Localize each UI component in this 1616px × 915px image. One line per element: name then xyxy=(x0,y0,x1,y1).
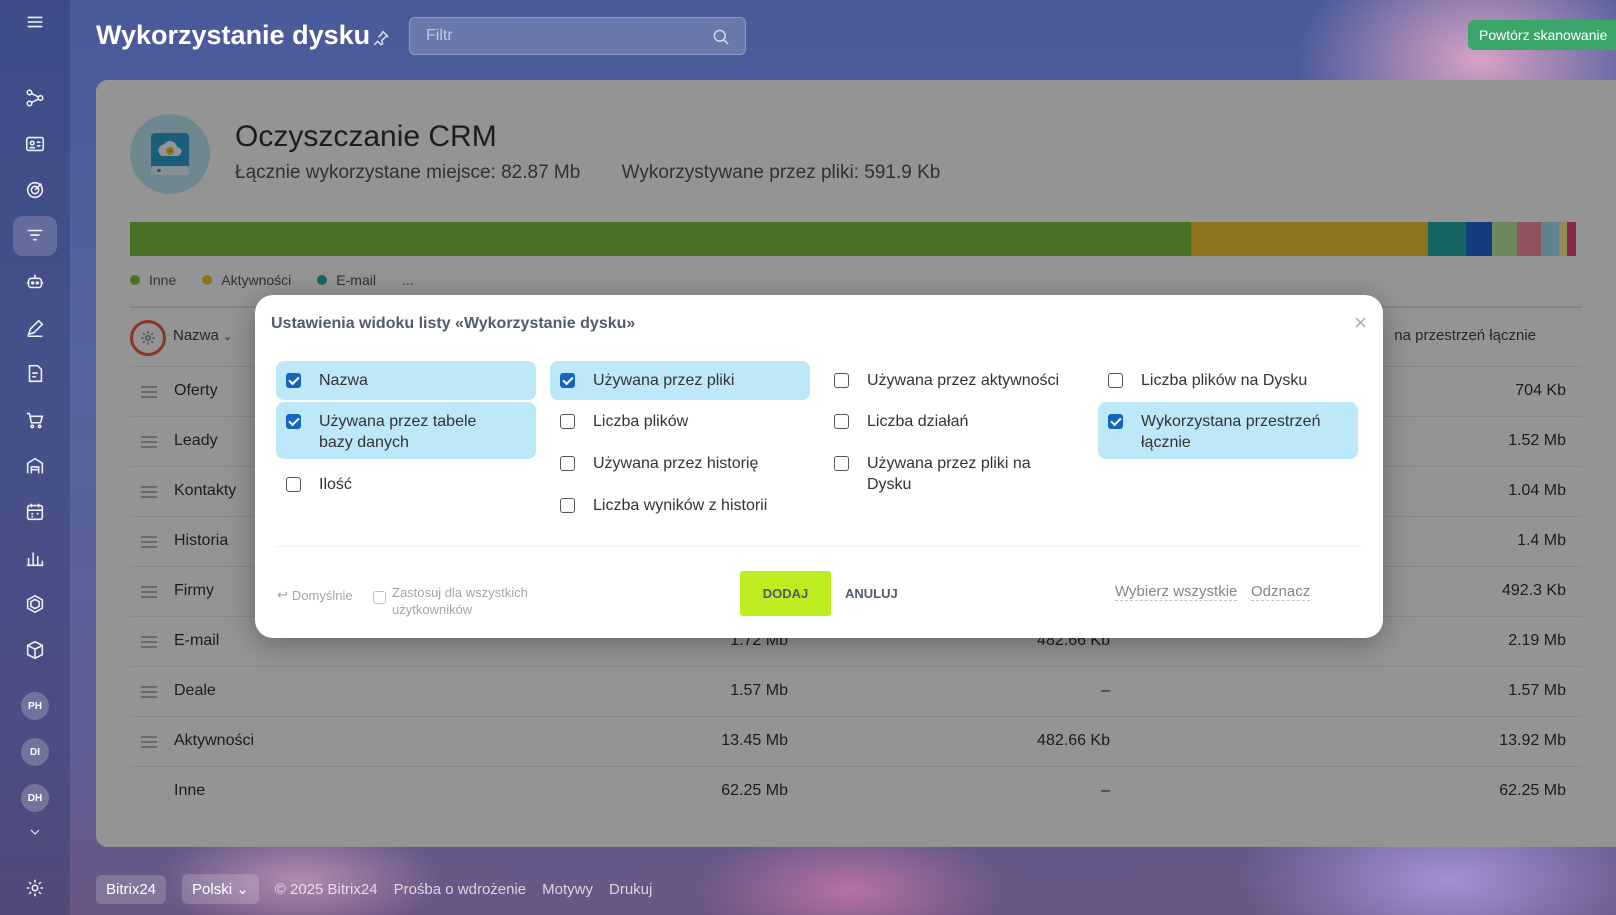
select-all-link[interactable]: Wybierz wszystkie xyxy=(1115,583,1238,601)
warehouse-icon[interactable] xyxy=(13,446,57,486)
footer-link[interactable]: Drukuj xyxy=(609,881,652,898)
undo-icon: ↩ xyxy=(277,587,288,602)
hexagon-icon[interactable] xyxy=(13,584,57,624)
checkbox[interactable] xyxy=(286,414,301,429)
document-edit-icon[interactable] xyxy=(13,354,57,394)
analytics-icon[interactable] xyxy=(13,538,57,578)
filter-placeholder: Filtr xyxy=(426,27,453,44)
checkbox[interactable] xyxy=(560,373,575,388)
calendar-icon[interactable] xyxy=(13,492,57,532)
option-ilosc[interactable]: Ilość xyxy=(276,465,536,504)
cart-icon[interactable] xyxy=(13,400,57,440)
option-label: Używana przez pliki xyxy=(593,372,735,389)
option-label: Używana przez aktywności xyxy=(867,372,1060,389)
checkbox[interactable] xyxy=(560,456,575,471)
option-label: Liczba wyników z historii xyxy=(593,497,768,514)
option-files[interactable]: Używana przez pliki xyxy=(550,361,810,400)
language-label: Polski xyxy=(192,881,233,898)
page-title: Wykorzystanie dysku xyxy=(96,20,371,50)
add-button[interactable]: DODAJ xyxy=(740,571,831,616)
option-label: Liczba plików na Dysku xyxy=(1141,372,1308,389)
checkbox[interactable] xyxy=(286,373,301,388)
footer-link[interactable]: Motywy xyxy=(542,881,593,898)
apply-all-users-checkbox[interactable]: Zastosuj dla wszystkich użytkowników xyxy=(373,584,542,618)
option-files-count[interactable]: Liczba plików xyxy=(550,402,810,441)
package-icon[interactable] xyxy=(13,630,57,670)
list-settings-dialog: Ustawienia widoku listy «Wykorzystanie d… xyxy=(255,295,1383,638)
option-drive-files[interactable]: Używana przez pliki na Dysku xyxy=(824,444,1084,504)
avatar[interactable]: PH xyxy=(21,692,49,720)
checkbox[interactable] xyxy=(373,591,386,604)
footer-copyright: © 2025 Bitrix24 xyxy=(274,880,378,898)
option-label: Używana przez historię xyxy=(593,455,759,472)
apply-all-label: Zastosuj dla wszystkich użytkowników xyxy=(392,585,528,617)
checkbox[interactable] xyxy=(834,414,849,429)
dialog-title: Ustawienia widoku listy «Wykorzystanie d… xyxy=(271,315,636,332)
menu-icon[interactable] xyxy=(13,2,57,42)
checkbox[interactable] xyxy=(1108,373,1123,388)
pen-icon[interactable] xyxy=(13,308,57,348)
footer-link[interactable]: Prośba o wdrożenie xyxy=(394,881,527,898)
chevron-down-icon[interactable] xyxy=(13,822,57,842)
pin-icon[interactable] xyxy=(371,28,391,48)
filter-input[interactable]: Filtr xyxy=(409,17,746,55)
avatar[interactable]: DI xyxy=(21,738,49,766)
option-actions-count[interactable]: Liczba działań xyxy=(824,402,1084,441)
option-db-tables[interactable]: Używana przez tabele bazy danych xyxy=(276,402,536,459)
funnel-icon[interactable] xyxy=(13,216,57,256)
contact-card-icon[interactable] xyxy=(13,124,57,164)
robot-icon[interactable] xyxy=(13,262,57,302)
checkbox[interactable] xyxy=(1108,414,1123,429)
divider xyxy=(276,546,1362,547)
reset-default-label: Domyślnie xyxy=(291,587,353,603)
option-total-space[interactable]: Wykorzystana przestrzeń łącznie xyxy=(1098,402,1358,459)
avatar[interactable]: DH xyxy=(21,784,49,812)
rescan-button[interactable]: Powtórz skanowanie xyxy=(1468,20,1616,50)
checkbox[interactable] xyxy=(834,373,849,388)
footer: Bitrix24 Polski ⌄ © 2025 Bitrix24 Prośba… xyxy=(96,874,652,904)
option-label: Używana przez tabele bazy danych xyxy=(319,413,477,451)
option-history[interactable]: Używana przez historię xyxy=(550,444,810,483)
checkbox[interactable] xyxy=(560,414,575,429)
search-icon[interactable] xyxy=(711,27,731,47)
option-label: Ilość xyxy=(319,476,352,493)
reset-default-button[interactable]: ↩ Domyślnie xyxy=(277,587,353,603)
option-nazwa[interactable]: Nazwa xyxy=(276,361,536,400)
left-sidebar: PH DI DH xyxy=(0,0,70,915)
option-label: Używana przez pliki na Dysku xyxy=(867,455,1031,493)
option-label: Liczba plików xyxy=(593,413,689,430)
option-drive-files-count[interactable]: Liczba plików na Dysku xyxy=(1098,361,1358,400)
checkbox[interactable] xyxy=(834,456,849,471)
close-icon[interactable]: × xyxy=(1354,310,1367,336)
language-select[interactable]: Polski ⌄ xyxy=(182,874,259,904)
checkbox[interactable] xyxy=(286,477,301,492)
deselect-all-link[interactable]: Odznacz xyxy=(1251,583,1311,601)
crm-flow-icon[interactable] xyxy=(13,78,57,118)
target-icon[interactable] xyxy=(13,170,57,210)
cancel-button[interactable]: ANULUJ xyxy=(845,571,898,616)
gear-icon[interactable] xyxy=(13,868,57,908)
option-history-count[interactable]: Liczba wyników z historii xyxy=(550,486,810,525)
option-activities[interactable]: Używana przez aktywności xyxy=(824,361,1084,400)
chevron-down-icon: ⌄ xyxy=(236,881,249,898)
option-label: Nazwa xyxy=(319,372,368,389)
checkbox[interactable] xyxy=(560,498,575,513)
option-label: Liczba działań xyxy=(867,413,969,430)
option-label: Wykorzystana przestrzeń łącznie xyxy=(1141,413,1321,451)
footer-brand[interactable]: Bitrix24 xyxy=(96,874,167,904)
